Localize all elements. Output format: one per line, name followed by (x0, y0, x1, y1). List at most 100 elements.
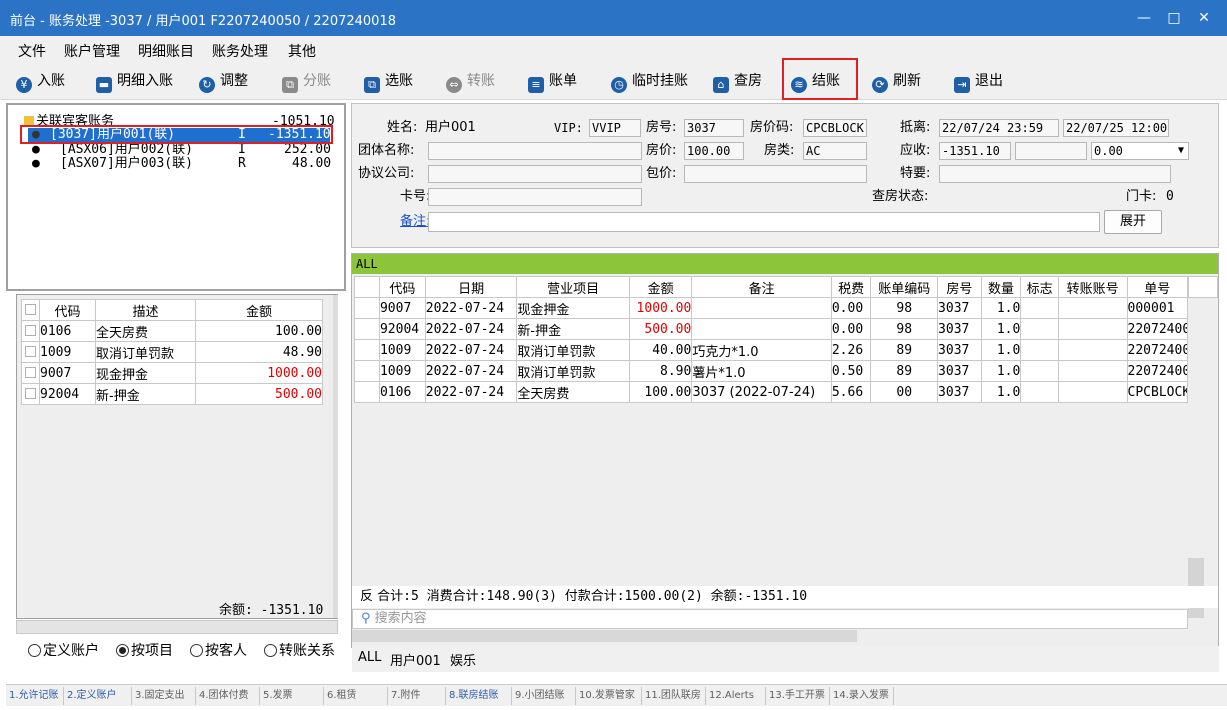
col-room[interactable]: 房号 (937, 276, 982, 298)
row-checkbox[interactable] (25, 387, 36, 399)
feature-tab[interactable]: 8.联房结账 (446, 687, 512, 705)
col-desc[interactable]: 描述 (95, 299, 196, 321)
row-checkbox[interactable] (25, 345, 36, 357)
room-check-button[interactable]: ⌂ 查房 (713, 70, 762, 93)
col-doc-no[interactable]: 单号 (1126, 276, 1189, 298)
feature-tab[interactable]: 7.附件 (388, 687, 446, 705)
table-row[interactable]: 0106 2022-07-24 全天房费 100.00 3037 (2022-07-24… (354, 381, 1189, 403)
radio-by-guest[interactable]: 按客人 (190, 640, 247, 660)
bill-button[interactable]: ≡ 账单 (528, 70, 577, 93)
col-remark[interactable]: 备注 (691, 276, 832, 298)
depart-field[interactable]: 22/07/25 12:00 (1063, 119, 1169, 137)
company-field[interactable] (428, 165, 642, 183)
special-field[interactable] (939, 165, 1171, 183)
close-button[interactable]: ✕ (1192, 8, 1216, 28)
card-field[interactable] (428, 188, 642, 206)
reverse-toggle[interactable]: 反 (360, 589, 373, 604)
maximize-button[interactable]: □ (1162, 8, 1186, 28)
menu-detail-items[interactable]: 明细账目 (138, 41, 194, 61)
feature-tab[interactable]: 2.定义账户 (64, 687, 132, 705)
table-row[interactable]: 1009 2022-07-24 取消订单罚款 8.90 薯片*1.0 0.50 89 3037… (354, 360, 1189, 382)
vertical-scrollbar[interactable] (333, 295, 338, 618)
receivable-select[interactable]: 0.00 ▼ (1091, 142, 1189, 160)
room-type-field[interactable]: AC (803, 142, 867, 160)
header-filler (1188, 276, 1218, 298)
horizontal-scrollbar-thumb[interactable] (352, 630, 857, 642)
col-qty[interactable]: 数量 (980, 276, 1022, 298)
col-tax[interactable]: 税费 (830, 276, 872, 298)
radio-transfer-relation[interactable]: 转账关系 (264, 640, 335, 660)
receivable-extra-field[interactable] (1015, 142, 1087, 160)
col-amount[interactable]: 金额 (195, 299, 323, 321)
col-code[interactable]: 代码 (39, 299, 96, 321)
search-input[interactable]: ⚲ 搜索内容 (352, 609, 1188, 629)
col-transfer-account[interactable]: 转账账号 (1057, 276, 1128, 298)
feature-tab[interactable]: 11.团队联房 (642, 687, 706, 705)
col-bill-code[interactable]: 账单编码 (870, 276, 939, 298)
tree-item[interactable]: ● [ASX06]用户002(联) I 252.00 (28, 143, 331, 157)
table-row[interactable]: 92004 2022-07-24 新-押金 500.00 0.00 98 3037 1.0 22… (354, 318, 1189, 340)
horizontal-scrollbar[interactable] (16, 620, 338, 634)
table-row[interactable]: 1009 2022-07-24 取消订单罚款 40.00 巧克力*1.0 2.26 89 30… (354, 339, 1189, 361)
exit-button[interactable]: ⇥ 退出 (954, 70, 1003, 93)
row-checkbox[interactable] (25, 366, 36, 378)
transfer-button[interactable]: ⇔ 转账 (446, 70, 495, 93)
col-item[interactable]: 营业项目 (516, 276, 630, 298)
table-row[interactable]: 92004 新-押金 500.00 (21, 383, 323, 405)
tree-item[interactable]: ● [ASX07]用户003(联) R 48.00 (28, 157, 331, 171)
menu-file[interactable]: 文件 (18, 41, 46, 61)
col-flag[interactable]: 标志 (1020, 276, 1059, 298)
detail-post-button[interactable]: ▬ 明细入账 (96, 70, 173, 93)
tab-all[interactable]: ALL (358, 650, 381, 665)
tab-entertainment[interactable]: 娱乐 (450, 650, 476, 669)
temporary-charge-button[interactable]: ◷ 临时挂账 (611, 70, 688, 93)
adjust-button[interactable]: ↻ 调整 (199, 70, 248, 93)
row-checkbox[interactable] (25, 324, 36, 336)
feature-tab[interactable]: 4.团体付费 (196, 687, 260, 705)
feature-tab[interactable]: 12.Alerts (706, 687, 766, 705)
minimize-button[interactable]: — (1132, 8, 1156, 28)
col-date[interactable]: 日期 (424, 276, 518, 298)
table-row[interactable]: 0106 全天房费 100.00 (21, 320, 323, 342)
feature-tab[interactable]: 10.发票管家 (576, 687, 642, 705)
cell-amount: 1000.00 (628, 297, 693, 319)
feature-tab[interactable]: 3.固定支出 (132, 687, 196, 705)
cell-transfer (1057, 318, 1128, 340)
feature-tab[interactable]: 5.发票 (260, 687, 324, 705)
transactions-table: 代码 日期 营业项目 金额 备注 税费 账单编码 房号 数量 标志 转账账号 单… (354, 276, 1189, 403)
table-row[interactable]: 9007 现金押金 1000.00 (21, 362, 323, 384)
radio-define-account[interactable]: 定义账户 (28, 640, 99, 660)
feature-tab[interactable]: 14.录入发票 (830, 687, 894, 705)
group-field[interactable] (428, 142, 642, 160)
vip-field[interactable]: VVIP (589, 119, 641, 137)
feature-tab[interactable]: 13.手工开票 (766, 687, 830, 705)
table-row[interactable]: 1009 取消订单罚款 48.90 (21, 341, 323, 363)
post-button[interactable]: ¥ 入账 (16, 70, 65, 93)
receivable-field[interactable]: -1351.10 (939, 142, 1011, 160)
room-field[interactable]: 3037 (684, 119, 744, 137)
house-icon: ⌂ (713, 77, 729, 93)
tab-user001[interactable]: 用户001 (390, 650, 441, 669)
package-field[interactable] (684, 165, 867, 183)
split-bill-button[interactable]: ⧉ 分账 (282, 70, 331, 93)
menu-other[interactable]: 其他 (288, 41, 316, 61)
menu-account-management[interactable]: 账户管理 (64, 41, 120, 61)
remark-field[interactable] (428, 212, 1100, 232)
arrive-field[interactable]: 22/07/24 23:59 (939, 119, 1059, 137)
cell-qty: 1.0 (980, 360, 1022, 382)
rate-code-field[interactable]: CPCBLOCK (803, 119, 867, 137)
col-code[interactable]: 代码 (378, 276, 426, 298)
feature-tab[interactable]: 9.小团结账 (512, 687, 576, 705)
refresh-button[interactable]: ⟳ 刷新 (872, 70, 921, 93)
select-bill-button[interactable]: ⧉ 选账 (364, 70, 413, 93)
remark-link[interactable]: 备注: (400, 213, 430, 231)
col-amount[interactable]: 金额 (628, 276, 693, 298)
radio-by-item[interactable]: 按项目 (116, 640, 173, 660)
select-all-checkbox[interactable] (25, 303, 36, 315)
menu-accounting[interactable]: 账务处理 (212, 41, 268, 61)
table-row[interactable]: 9007 2022-07-24 现金押金 1000.00 0.00 98 3037 1.0 00… (354, 297, 1189, 319)
feature-tab[interactable]: 6.租赁 (324, 687, 388, 705)
feature-tab[interactable]: 1.允许记账 (6, 687, 64, 705)
expand-button[interactable]: 展开 (1104, 210, 1162, 234)
price-field[interactable]: 100.00 (684, 142, 744, 160)
